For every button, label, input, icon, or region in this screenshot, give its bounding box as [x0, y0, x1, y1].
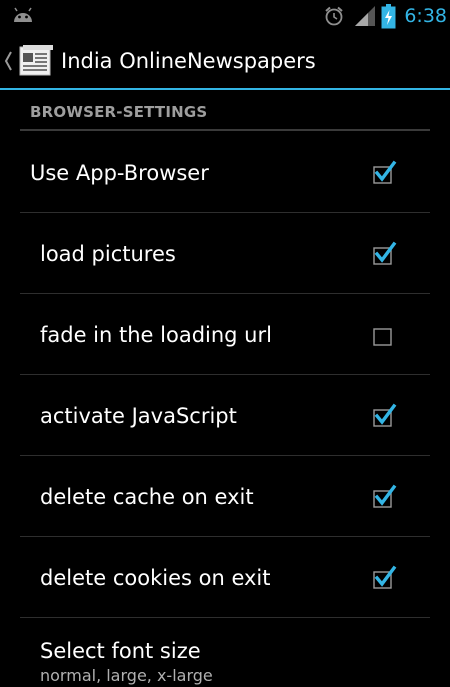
pref-label: delete cache on exit	[40, 485, 254, 509]
checkbox-checked-icon[interactable]	[370, 564, 398, 592]
category-title: BROWSER-SETTINGS	[30, 103, 208, 121]
pref-label: fade in the loading url	[40, 323, 272, 347]
android-notification-icon	[14, 7, 32, 22]
pref-label: activate JavaScript	[40, 404, 237, 428]
action-bar: India OnlineNewspapers	[0, 33, 450, 89]
newspaper-icon[interactable]	[19, 45, 53, 77]
pref-delete-cookies[interactable]: delete cookies on exit	[20, 537, 430, 618]
status-clock: 6:38	[404, 5, 447, 27]
app-title: India OnlineNewspapers	[61, 49, 316, 73]
chevron-left-icon[interactable]	[4, 50, 12, 72]
pref-title: Select font size	[40, 639, 201, 663]
status-bar: 6:38	[0, 0, 450, 33]
battery-charging-icon	[381, 4, 396, 29]
pref-select-font-size[interactable]: Select font size normal, large, x-large	[20, 620, 430, 685]
pref-label: load pictures	[40, 242, 176, 266]
pref-summary: normal, large, x-large	[40, 666, 213, 685]
pref-fade-in-loading-url[interactable]: fade in the loading url	[20, 294, 430, 375]
category-divider	[20, 129, 430, 131]
pref-delete-cache[interactable]: delete cache on exit	[20, 456, 430, 537]
pref-label: delete cookies on exit	[40, 566, 271, 590]
pref-load-pictures[interactable]: load pictures	[20, 213, 430, 294]
checkbox-checked-icon[interactable]	[370, 159, 398, 187]
checkbox-checked-icon[interactable]	[370, 402, 398, 430]
pref-activate-javascript[interactable]: activate JavaScript	[20, 375, 430, 456]
checkbox-checked-icon[interactable]	[370, 483, 398, 511]
alarm-icon	[325, 6, 343, 26]
checkbox-unchecked-icon[interactable]	[370, 321, 398, 349]
pref-label: Use App-Browser	[30, 161, 209, 185]
category-header: BROWSER-SETTINGS	[20, 90, 430, 132]
signal-icon	[355, 6, 375, 26]
checkbox-checked-icon[interactable]	[370, 240, 398, 268]
row-divider	[20, 617, 430, 618]
pref-use-app-browser[interactable]: Use App-Browser	[20, 132, 430, 213]
